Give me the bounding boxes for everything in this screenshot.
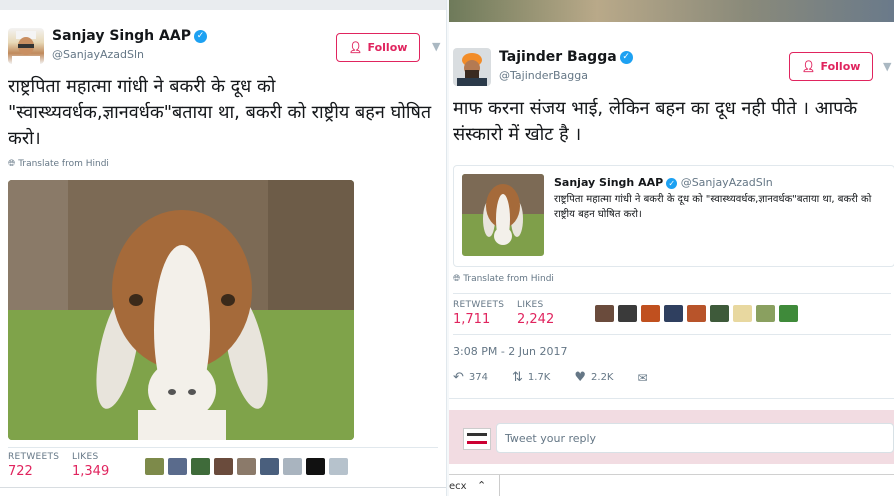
divider xyxy=(449,398,894,399)
retweet-action[interactable]: ⇅ 1.7K xyxy=(512,370,550,385)
globe-icon: 🌐︎ xyxy=(453,274,461,284)
liker-avatar[interactable] xyxy=(283,458,302,475)
liker-avatar[interactable] xyxy=(145,458,164,475)
add-user-icon: 👤︎ xyxy=(801,60,816,73)
tweet-text: माफ करना संजय भाई, लेकिन बहन का दूध नही … xyxy=(453,98,858,145)
background-image-strip xyxy=(449,0,894,22)
author-handle[interactable]: @SanjayAzadSln xyxy=(52,48,144,61)
reply-action[interactable]: ↶ 374 xyxy=(453,370,488,385)
globe-icon: 🌐︎ xyxy=(8,159,16,169)
liker-avatar[interactable] xyxy=(214,458,233,475)
follow-label: Follow xyxy=(367,41,408,54)
chevron-down-icon[interactable]: ▼ xyxy=(432,40,440,53)
likers-avatars xyxy=(145,458,348,475)
retweet-icon: ⇅ xyxy=(512,370,523,385)
divider xyxy=(453,334,891,335)
liker-avatar[interactable] xyxy=(779,305,798,322)
user-avatar[interactable] xyxy=(463,428,491,450)
liker-avatar[interactable] xyxy=(306,458,325,475)
quoted-author: Sanjay Singh AAP ✓ @SanjayAzadSln xyxy=(554,176,773,189)
quoted-text: राष्ट्रपिता महात्मा गांधी ने बकरी के दूध… xyxy=(554,194,872,220)
top-strip xyxy=(0,0,446,10)
reply-input[interactable]: Tweet your reply xyxy=(496,423,894,453)
liker-avatar[interactable] xyxy=(237,458,256,475)
chevron-up-icon[interactable]: ⌃ xyxy=(477,479,486,492)
bottom-divider xyxy=(0,487,446,488)
quoted-name: Sanjay Singh AAP xyxy=(554,176,664,189)
avatar-image xyxy=(12,31,40,64)
separator xyxy=(499,475,500,496)
tweet-text: राष्ट्रपिता महात्मा गांधी ने बकरी के दूध… xyxy=(8,76,432,149)
author-name[interactable]: Tajinder Bagga ✓ xyxy=(499,49,633,65)
verified-icon: ✓ xyxy=(666,177,678,189)
retweets-label: RETWEETS xyxy=(453,300,505,310)
chevron-down-icon[interactable]: ▼ xyxy=(883,60,891,73)
reply-bar: Tweet your reply xyxy=(449,410,894,464)
liker-avatar[interactable] xyxy=(618,305,637,322)
likes-label: LIKES xyxy=(72,452,99,462)
liker-avatar[interactable] xyxy=(710,305,729,322)
goat-thumbnail xyxy=(462,174,544,245)
heart-icon: ♥ xyxy=(574,370,587,385)
follow-label: Follow xyxy=(820,60,861,73)
author-handle[interactable]: @TajinderBagga xyxy=(499,69,588,82)
avatar-line xyxy=(467,441,487,444)
likers-avatars xyxy=(595,305,798,322)
retweets-label: RETWEETS xyxy=(8,452,60,462)
left-tweet-panel: Sanjay Singh AAP ✓ @SanjayAzadSln 👤︎ Follo… xyxy=(0,0,447,496)
message-action[interactable]: ✉ xyxy=(638,371,648,385)
liker-avatar[interactable] xyxy=(595,305,614,322)
liker-avatar[interactable] xyxy=(641,305,660,322)
tweet-actions: ↶ 374 ⇅ 1.7K ♥ 2.2K ✉ xyxy=(453,370,672,385)
likes-count[interactable]: 1,349 xyxy=(72,464,109,479)
liker-avatar[interactable] xyxy=(756,305,775,322)
retweets-count[interactable]: 1,711 xyxy=(453,312,490,327)
author-avatar[interactable] xyxy=(453,48,491,86)
translate-link[interactable]: 🌐︎ Translate from Hindi xyxy=(453,274,554,284)
taskbar-strip: ecx ⌃ xyxy=(449,474,894,496)
author-name-text: Sanjay Singh AAP xyxy=(52,28,191,44)
liker-avatar[interactable] xyxy=(168,458,187,475)
goat-photo[interactable] xyxy=(8,180,354,440)
liker-avatar[interactable] xyxy=(260,458,279,475)
timestamp[interactable]: 3:08 PM - 2 Jun 2017 xyxy=(453,345,567,358)
follow-button[interactable]: 👤︎ Follow xyxy=(789,52,873,81)
divider xyxy=(453,293,891,294)
author-name[interactable]: Sanjay Singh AAP ✓ xyxy=(52,28,207,44)
retweets-count[interactable]: 722 xyxy=(8,464,33,479)
reply-icon: ↶ xyxy=(453,370,464,385)
avatar-image xyxy=(457,53,487,86)
liker-avatar[interactable] xyxy=(664,305,683,322)
liker-avatar[interactable] xyxy=(329,458,348,475)
verified-icon: ✓ xyxy=(619,50,633,64)
verified-icon: ✓ xyxy=(193,29,207,43)
like-count: 2.2K xyxy=(591,372,614,383)
envelope-icon: ✉ xyxy=(637,370,648,385)
liker-avatar[interactable] xyxy=(687,305,706,322)
reply-count: 374 xyxy=(468,372,488,383)
avatar-line xyxy=(467,433,487,436)
retweet-count: 1.7K xyxy=(527,372,551,383)
translate-label: Translate from Hindi xyxy=(18,159,109,169)
translate-label: Translate from Hindi xyxy=(463,274,554,284)
follow-button[interactable]: 👤︎ Follow xyxy=(336,33,420,62)
author-name-text: Tajinder Bagga xyxy=(499,49,617,65)
liker-avatar[interactable] xyxy=(191,458,210,475)
right-tweet-panel: Tajinder Bagga ✓ @TajinderBagga 👤︎ Follow … xyxy=(449,0,894,496)
quoted-handle: @SanjayAzadSln xyxy=(680,176,773,189)
translate-link[interactable]: 🌐︎ Translate from Hindi xyxy=(8,159,109,169)
quoted-tweet[interactable]: Sanjay Singh AAP ✓ @SanjayAzadSln राष्ट्र… xyxy=(453,165,894,267)
likes-count[interactable]: 2,242 xyxy=(517,312,554,327)
add-user-icon: 👤︎ xyxy=(348,41,363,54)
like-action[interactable]: ♥ 2.2K xyxy=(574,370,613,385)
cut-off-label: ecx xyxy=(449,481,467,492)
quoted-tweet-image xyxy=(462,174,544,256)
author-avatar[interactable] xyxy=(8,28,44,64)
liker-avatar[interactable] xyxy=(733,305,752,322)
goat-image xyxy=(8,180,354,440)
likes-label: LIKES xyxy=(517,300,544,310)
divider xyxy=(8,447,438,448)
